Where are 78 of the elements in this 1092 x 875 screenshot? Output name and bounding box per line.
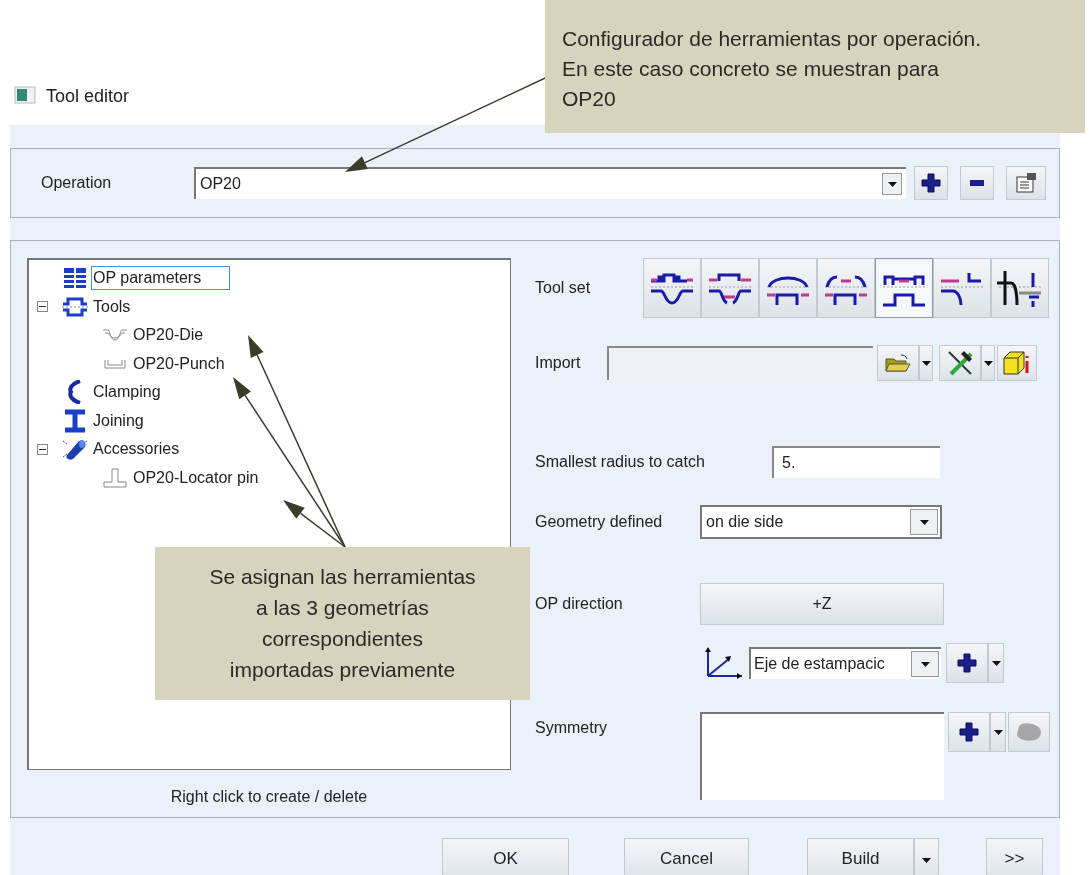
plus-icon [957,653,977,673]
dropdown-button[interactable] [914,838,939,875]
open-folder-button[interactable] [877,345,919,381]
add-button[interactable] [914,166,948,200]
dropdown-button[interactable] [990,712,1006,752]
remove-button[interactable] [960,166,994,200]
properties-button[interactable] [1006,166,1046,200]
operation-dropdown[interactable]: OP20 [194,167,906,199]
tree-item[interactable]: Clamping [91,380,163,405]
tool-set-button[interactable] [875,258,933,318]
dropdown-button[interactable] [919,345,933,381]
box-info-icon [1002,350,1032,376]
tool-set-label: Tool set [535,278,592,298]
radius-field[interactable]: 5. [772,446,940,478]
radius-label: Smallest radius to catch [535,452,706,472]
tree-item[interactable]: OP parameters [91,266,231,291]
operation-label: Operation [41,173,113,193]
dialog-button[interactable]: >> [986,838,1043,875]
axis-dropdown[interactable]: Eje de estampacic [749,647,941,679]
plus-icon [959,722,979,742]
import-field[interactable] [607,346,873,380]
window-title: Tool editor [46,86,130,106]
hint-text: Right click to create / delete [170,787,368,807]
dropdown-arrow-icon [887,181,897,187]
caret-icon [991,660,1001,666]
tree-item[interactable]: OP20-Punch [131,351,227,376]
punch-shape-icon [104,358,126,369]
dialog-button[interactable]: Cancel [624,838,749,875]
import-label: Import [535,353,582,373]
cylinder-icon [61,437,89,462]
die-shape-icon [102,328,128,343]
minus-icon [969,179,985,187]
tools-icon [946,349,974,377]
axis-icon [703,646,743,680]
blob-icon [1015,722,1043,742]
tree-item[interactable]: OP20-Locator pin [131,465,261,490]
dropdown-button[interactable] [981,345,995,381]
op-direction-label: OP direction [535,594,624,614]
expander-toggle[interactable] [37,443,48,455]
caret-icon [922,858,931,863]
dropdown-arrow-icon [920,661,930,667]
caret-icon [921,360,931,366]
add-symmetry-button[interactable] [948,712,990,752]
plus-icon [921,173,941,193]
tree-item[interactable]: Accessories [91,437,182,462]
caret-icon [993,729,1003,735]
symmetry-list[interactable] [700,712,944,800]
tool-set-button[interactable] [643,258,701,318]
window-icon [14,86,36,104]
dropdown-arrow-icon [919,519,929,525]
caret-icon [983,360,993,366]
measure-tool-button[interactable] [939,345,981,381]
direction-button[interactable]: +Z [700,583,944,625]
tree-item[interactable]: Tools [91,294,133,319]
joint-icon [64,408,86,433]
expander-toggle[interactable] [37,301,48,313]
tree-item[interactable]: Joining [91,408,146,433]
tool-set-button[interactable] [933,258,991,318]
tool-set-button[interactable] [991,258,1049,318]
geometry-dropdown[interactable]: on die side [700,505,942,539]
folder-icon [885,353,911,373]
tool-set-button[interactable] [817,258,875,318]
add-axis-button[interactable] [946,643,988,683]
clamp-icon [67,380,83,405]
callout-note: Se asignan las herramientas a las 3 geometrías correspondientes importadas previamente [155,547,530,700]
tree-item[interactable]: OP20-Die [131,323,206,348]
dialog-button[interactable]: Build [807,838,914,875]
properties-icon [1015,172,1037,194]
grid-icon [63,267,87,290]
tool-set-button[interactable] [759,258,817,318]
tool-set-button[interactable] [701,258,759,318]
dialog-button[interactable]: OK [442,838,569,875]
symmetry-label: Symmetry [535,718,608,738]
box-info-button[interactable] [997,345,1037,381]
callout-note: Configurador de herramientas por operación. En este caso concreto se muestran para OP20 [545,0,1085,133]
dropdown-button[interactable] [988,643,1004,683]
geometry-label: Geometry defined [535,512,664,532]
pin-shape-icon [103,467,127,488]
